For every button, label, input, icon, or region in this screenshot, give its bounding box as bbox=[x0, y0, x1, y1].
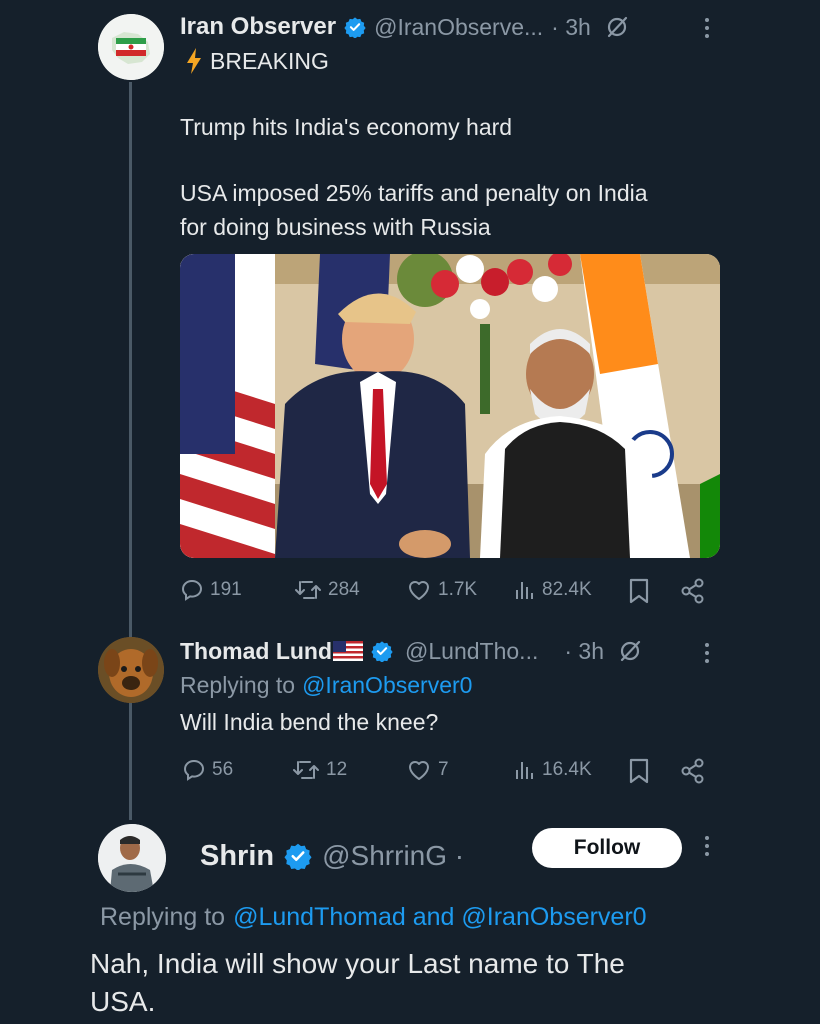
reply-icon bbox=[181, 579, 203, 601]
tweet1-like-button[interactable]: 1.7K bbox=[406, 578, 477, 602]
tweet2-repost-button[interactable]: 12 bbox=[292, 758, 347, 782]
tweet1-more-options-icon[interactable] bbox=[705, 18, 711, 42]
shrin-avatar[interactable] bbox=[98, 824, 166, 892]
tweet3-body-line1: Nah, India will show your Last name to T… bbox=[90, 948, 625, 979]
tweet1-handle[interactable]: @IranObserve... bbox=[374, 14, 543, 41]
thomad-lund-avatar[interactable] bbox=[98, 637, 164, 703]
tweet2-author-name[interactable]: Thomad Lund bbox=[180, 638, 332, 665]
tweet3-handle[interactable]: @ShrrinG · bbox=[322, 840, 464, 872]
tweet3-replying-prefix: Replying to bbox=[100, 902, 226, 931]
verified-badge-icon bbox=[344, 17, 366, 38]
tweet2-share-icon[interactable] bbox=[680, 758, 706, 784]
tweet1-body-line3: for doing business with Russia bbox=[180, 214, 491, 240]
tweet1-reply-button[interactable]: 191 bbox=[180, 578, 242, 602]
heart-icon bbox=[409, 761, 429, 780]
grok-icon[interactable] bbox=[618, 639, 642, 663]
tweet2-reply-button[interactable]: 56 bbox=[182, 758, 233, 782]
tweet3-replying-handles[interactable]: @LundThomad and @IranObserver0 bbox=[233, 903, 646, 932]
tweet2-handle[interactable]: @LundTho... bbox=[405, 638, 538, 665]
tweet1-views-button[interactable]: 82.4K bbox=[514, 578, 592, 602]
heart-icon bbox=[409, 581, 429, 600]
lightning-icon bbox=[187, 48, 201, 74]
tweet1-media-image[interactable] bbox=[180, 254, 720, 558]
follow-button[interactable]: Follow bbox=[532, 828, 682, 868]
us-flag-icon bbox=[333, 641, 364, 661]
tweet1-view-count: 82.4K bbox=[542, 579, 592, 600]
tweet2-repost-count: 12 bbox=[326, 759, 348, 780]
tweet1-like-count: 1.7K bbox=[438, 579, 478, 600]
tweet3-more-options-icon[interactable] bbox=[705, 836, 711, 860]
tweet3-body-line2: USA. bbox=[90, 986, 156, 1017]
tweet1-repost-count: 284 bbox=[328, 579, 360, 600]
repost-icon bbox=[293, 761, 319, 779]
tweet2-time[interactable]: · 3h bbox=[564, 638, 604, 665]
iran-observer-avatar[interactable] bbox=[98, 14, 164, 80]
tweet1-body-line1: Trump hits India's economy hard bbox=[180, 114, 513, 140]
tweet3-author-name[interactable]: Shrin bbox=[200, 840, 274, 873]
tweet2-views-button[interactable]: 16.4K bbox=[514, 758, 592, 782]
thread-connector-line bbox=[129, 82, 132, 820]
tweet1-share-icon[interactable] bbox=[680, 578, 706, 604]
tweet1-body-line2: USA imposed 25% tariffs and penalty on I… bbox=[180, 180, 648, 206]
views-icon bbox=[516, 762, 533, 779]
reply-icon bbox=[183, 759, 205, 781]
tweet2-reply-count: 56 bbox=[212, 759, 234, 780]
tweet2-like-button[interactable]: 7 bbox=[406, 758, 449, 782]
tweet1-time[interactable]: · 3h bbox=[551, 14, 591, 41]
tweet2-view-count: 16.4K bbox=[542, 759, 592, 780]
verified-badge-icon bbox=[371, 641, 393, 662]
tweet2-like-count: 7 bbox=[438, 759, 449, 780]
views-icon bbox=[516, 582, 533, 599]
tweet2-bookmark-icon[interactable] bbox=[628, 758, 650, 784]
repost-icon bbox=[295, 581, 321, 599]
tweet2-more-options-icon[interactable] bbox=[705, 643, 711, 667]
tweet2-replying-handle[interactable]: @IranObserver0 bbox=[302, 672, 472, 699]
tweet1-breaking: BREAKING bbox=[210, 47, 329, 74]
tweet2-body: Will India bend the knee? bbox=[180, 709, 439, 735]
grok-icon[interactable] bbox=[605, 15, 629, 39]
tweet2-replying-prefix: Replying to bbox=[180, 671, 296, 698]
tweet1-author-name[interactable]: Iran Observer bbox=[180, 13, 336, 41]
tweet1-bookmark-icon[interactable] bbox=[628, 578, 650, 604]
verified-badge-icon bbox=[284, 843, 312, 870]
tweet1-repost-button[interactable]: 284 bbox=[294, 578, 360, 602]
tweet1-reply-count: 191 bbox=[210, 579, 242, 600]
